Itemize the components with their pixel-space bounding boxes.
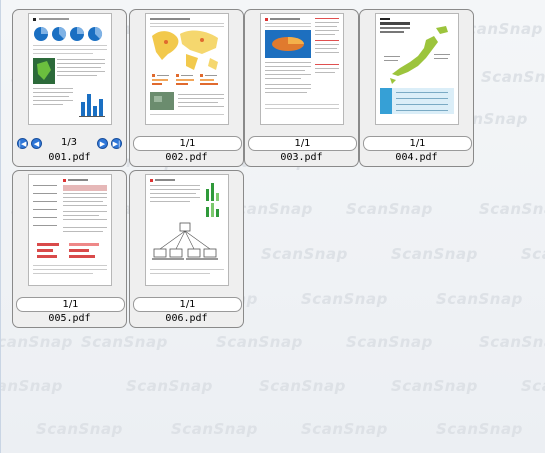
page-indicator: 1/1 bbox=[248, 136, 357, 151]
page-preview bbox=[375, 13, 459, 125]
page-indicator: 1/3 bbox=[60, 137, 78, 148]
page-indicator: 1/1 bbox=[363, 136, 472, 151]
page-preview bbox=[28, 174, 112, 286]
file-name: 006.pdf bbox=[165, 313, 208, 324]
document-thumbnail-002[interactable]: 1/1 002.pdf bbox=[129, 9, 244, 167]
document-thumbnail-003[interactable]: 1/1 003.pdf bbox=[244, 9, 359, 167]
thumbnail-viewer: ScanSnap ScanSnap ScanSnap ScanSnap Scan… bbox=[0, 0, 545, 453]
document-thumbnail-006[interactable]: 1/1 006.pdf bbox=[129, 170, 244, 328]
file-name: 004.pdf bbox=[395, 152, 438, 163]
document-thumbnail-004[interactable]: 1/1 004.pdf bbox=[359, 9, 474, 167]
file-name: 005.pdf bbox=[48, 313, 91, 324]
document-thumbnail-005[interactable]: 1/1 005.pdf bbox=[12, 170, 127, 328]
file-name: 001.pdf bbox=[48, 152, 91, 163]
file-name: 003.pdf bbox=[280, 152, 323, 163]
file-name: 002.pdf bbox=[165, 152, 208, 163]
page-indicator: 1/1 bbox=[16, 297, 125, 312]
first-page-icon[interactable]: |◀ bbox=[17, 138, 28, 149]
previous-page-icon[interactable]: ◀ bbox=[31, 138, 42, 149]
page-preview bbox=[145, 13, 229, 125]
page-preview bbox=[260, 13, 344, 125]
next-page-icon[interactable]: ▶ bbox=[97, 138, 108, 149]
page-indicator: 1/1 bbox=[133, 297, 242, 312]
page-preview bbox=[28, 13, 112, 125]
page-indicator: 1/1 bbox=[133, 136, 242, 151]
document-thumbnail-001[interactable]: |◀ ◀ ▶ ▶| 1/3 001.pdf bbox=[12, 9, 127, 167]
last-page-icon[interactable]: ▶| bbox=[111, 138, 122, 149]
page-preview bbox=[145, 174, 229, 286]
